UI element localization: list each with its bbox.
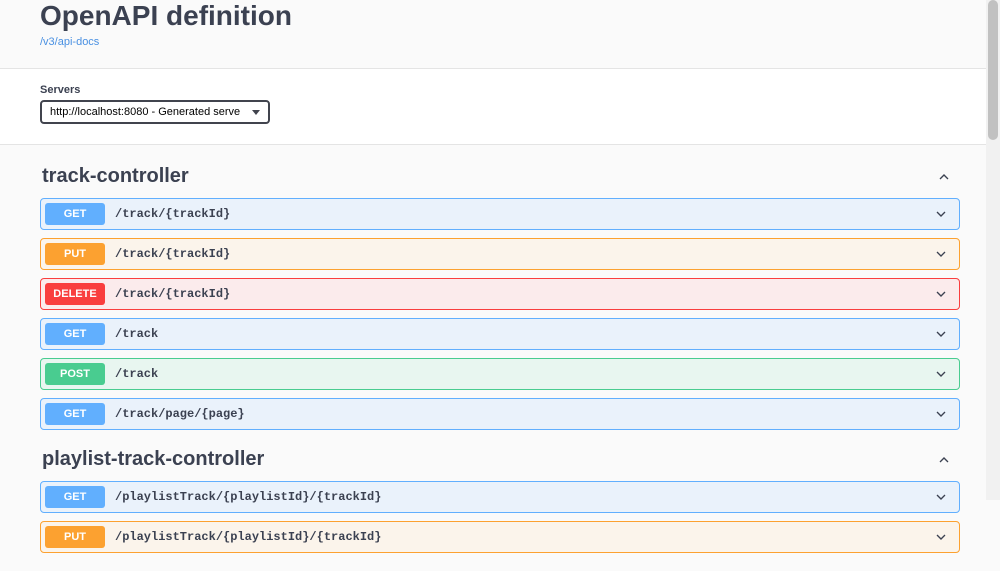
chevron-down-icon: [933, 529, 949, 545]
page-title: OpenAPI definition: [40, 0, 960, 32]
operation-path: /track/{trackId}: [115, 287, 933, 301]
operation-path: /playlistTrack/{playlistId}/{trackId}: [115, 530, 933, 544]
operation-row[interactable]: GET /track: [40, 318, 960, 350]
chevron-down-icon: [933, 489, 949, 505]
operation-row[interactable]: POST /track: [40, 358, 960, 390]
operation-path: /track/{trackId}: [115, 247, 933, 261]
chevron-down-icon: [933, 206, 949, 222]
tag-header-playlist-track-controller[interactable]: playlist-track-controller: [40, 438, 960, 481]
operation-path: /track/{trackId}: [115, 207, 933, 221]
method-badge-get: GET: [45, 486, 105, 508]
operation-row[interactable]: PUT /playlistTrack/{playlistId}/{trackId…: [40, 521, 960, 553]
method-badge-get: GET: [45, 203, 105, 225]
tag-header-track-controller[interactable]: track-controller: [40, 155, 960, 198]
method-badge-post: POST: [45, 363, 105, 385]
header-region: OpenAPI definition /v3/api-docs: [0, 0, 1000, 69]
scrollbar-track[interactable]: [986, 0, 1000, 500]
operation-path: /track: [115, 327, 933, 341]
method-badge-get: GET: [45, 323, 105, 345]
scrollbar-thumb[interactable]: [988, 0, 998, 140]
method-badge-get: GET: [45, 403, 105, 425]
chevron-down-icon: [933, 366, 949, 382]
chevron-up-icon: [936, 452, 952, 468]
chevron-down-icon: [933, 246, 949, 262]
title-text: OpenAPI definition: [40, 0, 292, 32]
api-docs-link[interactable]: /v3/api-docs: [40, 36, 99, 48]
operations-content: track-controller GET /track/{trackId} PU…: [0, 145, 1000, 571]
operation-row[interactable]: GET /track/{trackId}: [40, 198, 960, 230]
operation-row[interactable]: DELETE /track/{trackId}: [40, 278, 960, 310]
operation-row[interactable]: PUT /track/{trackId}: [40, 238, 960, 270]
operation-path: /playlistTrack/{playlistId}/{trackId}: [115, 490, 933, 504]
operation-row[interactable]: GET /playlistTrack/{playlistId}/{trackId…: [40, 481, 960, 513]
operation-path: /track: [115, 367, 933, 381]
chevron-down-icon: [933, 406, 949, 422]
operation-path: /track/page/{page}: [115, 407, 933, 421]
method-badge-put: PUT: [45, 526, 105, 548]
server-select-wrap: http://localhost:8080 - Generated server…: [40, 100, 270, 124]
chevron-up-icon: [936, 169, 952, 185]
servers-label: Servers: [40, 84, 960, 96]
tag-name: playlist-track-controller: [42, 448, 264, 471]
chevron-down-icon: [933, 326, 949, 342]
chevron-down-icon: [933, 286, 949, 302]
method-badge-put: PUT: [45, 243, 105, 265]
tag-name: track-controller: [42, 165, 189, 188]
server-select[interactable]: http://localhost:8080 - Generated server…: [40, 100, 270, 124]
servers-section: Servers http://localhost:8080 - Generate…: [0, 69, 1000, 145]
method-badge-delete: DELETE: [45, 283, 105, 305]
operation-row[interactable]: GET /track/page/{page}: [40, 398, 960, 430]
